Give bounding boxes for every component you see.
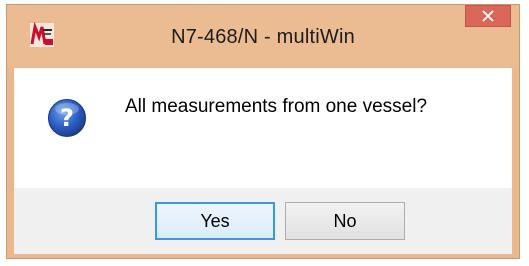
dialog-window: N7-468/N - multiWin ? All measurements f… [6,4,520,259]
dialog-message: All measurements from one vessel? [125,96,428,117]
window-title: N7-468/N - multiWin [171,26,355,48]
svg-text:?: ? [60,104,74,132]
title-bar[interactable]: N7-468/N - multiWin [7,5,519,67]
close-icon [482,10,494,22]
message-area: ? All measurements from one vessel? [14,68,512,188]
question-icon: ? [48,99,86,137]
no-button[interactable]: No [285,202,405,240]
button-bar: Yes No [14,188,512,254]
close-button[interactable] [465,5,511,27]
dialog-body: ? All measurements from one vessel? Yes … [14,67,512,254]
yes-button[interactable]: Yes [155,202,275,240]
